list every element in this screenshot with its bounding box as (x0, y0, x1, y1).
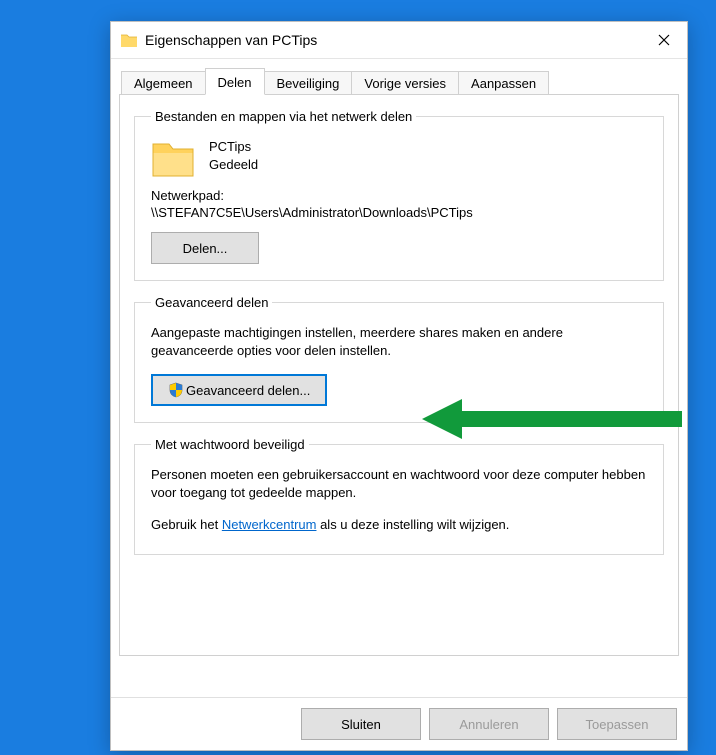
close-dialog-button[interactable]: Sluiten (301, 708, 421, 740)
share-name: PCTips (209, 138, 258, 156)
close-icon (658, 34, 670, 46)
password-protect-group: Met wachtwoord beveiligd Personen moeten… (134, 437, 664, 555)
folder-icon (121, 33, 137, 47)
share-status: Gedeeld (209, 156, 258, 174)
advanced-share-group: Geavanceerd delen Aangepaste machtiginge… (134, 295, 664, 423)
window-title: Eigenschappen van PCTips (145, 32, 641, 48)
tab-general[interactable]: Algemeen (121, 71, 206, 95)
apply-button[interactable]: Toepassen (557, 708, 677, 740)
password-protect-legend: Met wachtwoord beveiligd (151, 437, 309, 452)
network-share-group: Bestanden en mappen via het netwerk dele… (134, 109, 664, 281)
network-share-legend: Bestanden en mappen via het netwerk dele… (151, 109, 416, 124)
tab-sharing[interactable]: Delen (205, 68, 265, 95)
advanced-share-desc: Aangepaste machtigingen instellen, meerd… (151, 324, 647, 360)
network-path-value: \\STEFAN7C5E\Users\Administrator\Downloa… (151, 205, 647, 220)
password-protect-link-line: Gebruik het Netwerkcentrum als u deze in… (151, 516, 647, 534)
close-button[interactable] (641, 22, 687, 58)
tab-strip: Algemeen Delen Beveiliging Vorige versie… (119, 68, 679, 95)
advanced-share-legend: Geavanceerd delen (151, 295, 272, 310)
cancel-button[interactable]: Annuleren (429, 708, 549, 740)
tab-area: Algemeen Delen Beveiliging Vorige versie… (111, 59, 687, 656)
advanced-share-button[interactable]: Geavanceerd delen... (151, 374, 327, 406)
tab-security[interactable]: Beveiliging (264, 71, 353, 95)
tab-previous-versions[interactable]: Vorige versies (351, 71, 459, 95)
network-center-link[interactable]: Netwerkcentrum (222, 517, 317, 532)
titlebar[interactable]: Eigenschappen van PCTips (111, 22, 687, 59)
dialog-button-bar: Sluiten Annuleren Toepassen (111, 697, 687, 750)
share-info: PCTips Gedeeld (209, 138, 258, 174)
share-button[interactable]: Delen... (151, 232, 259, 264)
properties-dialog: Eigenschappen van PCTips Algemeen Delen … (110, 21, 688, 751)
folder-large-icon (151, 138, 195, 178)
password-protect-desc: Personen moeten een gebruikersaccount en… (151, 466, 647, 502)
advanced-share-button-label: Geavanceerd delen... (186, 383, 310, 398)
tab-customize[interactable]: Aanpassen (458, 71, 549, 95)
uac-shield-icon (168, 382, 184, 398)
network-path-label: Netwerkpad: (151, 188, 647, 203)
tab-panel-sharing: Bestanden en mappen via het netwerk dele… (119, 94, 679, 656)
